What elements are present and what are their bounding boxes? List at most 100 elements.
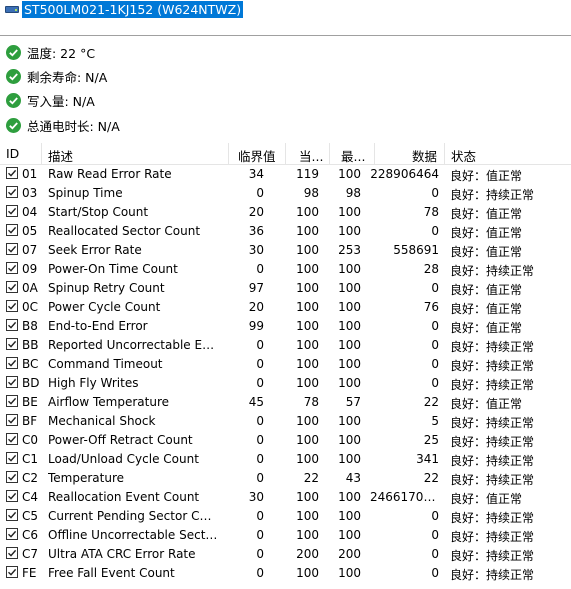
attribute-threshold: 0 [256, 566, 264, 580]
row-checkbox[interactable] [6, 528, 18, 540]
table-row[interactable]: 0C Power Cycle Count 20 100 100 76 良好：值正常 [0, 298, 571, 317]
attribute-raw-data: 0 [431, 547, 439, 561]
row-checkbox[interactable] [6, 376, 18, 388]
row-checkbox[interactable] [6, 471, 18, 483]
table-row[interactable]: C5 Current Pending Sector Count 0 100 100 0 良好… [0, 507, 571, 526]
header-worst[interactable]: 最... [341, 146, 365, 165]
row-checkbox[interactable] [6, 300, 18, 312]
attribute-current: 200 [296, 547, 319, 561]
summary-temperature: 温度: 22 °C [6, 40, 120, 64]
row-checkbox[interactable] [6, 319, 18, 331]
attribute-id: BE [22, 395, 38, 409]
attribute-status: 良好：值正常 [450, 169, 523, 183]
table-row[interactable]: FE Free Fall Event Count 0 100 100 0 良好：持续正常 [0, 564, 571, 583]
attribute-id: 04 [22, 205, 38, 219]
attribute-current: 100 [296, 319, 319, 333]
table-row[interactable]: 04 Start/Stop Count 20 100 100 78 良好：值正常 [0, 203, 571, 222]
table-row[interactable]: BE Airflow Temperature 45 78 57 22 良好：值正常 [0, 393, 571, 412]
attribute-id: 03 [22, 186, 38, 200]
row-checkbox[interactable] [6, 357, 18, 369]
table-row[interactable]: C7 Ultra ATA CRC Error Rate 0 200 200 0 良好：持续正… [0, 545, 571, 564]
check-icon [6, 93, 21, 109]
header-status[interactable]: 状态 [451, 146, 476, 165]
attribute-worst: 57 [345, 395, 361, 409]
attribute-status: 良好：持续正常 [450, 454, 535, 468]
attribute-description: Raw Read Error Rate [48, 167, 172, 181]
header-description[interactable]: 描述 [48, 146, 73, 165]
attribute-id: BF [22, 414, 38, 428]
header-raw[interactable]: 数据 [412, 146, 437, 165]
row-checkbox[interactable] [6, 566, 18, 578]
attribute-description: Airflow Temperature [48, 395, 170, 409]
table-row[interactable]: C0 Power-Off Retract Count 0 100 100 25 良好：持续正… [0, 431, 571, 450]
row-checkbox[interactable] [6, 186, 18, 198]
attribute-worst: 253 [338, 243, 361, 257]
row-checkbox[interactable] [6, 547, 18, 559]
attribute-current: 100 [296, 262, 319, 276]
row-checkbox[interactable] [6, 338, 18, 350]
row-checkbox[interactable] [6, 433, 18, 445]
column-divider[interactable] [285, 143, 286, 164]
table-row[interactable]: BD High Fly Writes 0 100 100 0 良好：持续正常 [0, 374, 571, 393]
header-current[interactable]: 当... [299, 146, 323, 165]
column-divider[interactable] [41, 143, 42, 164]
attribute-raw-data: 558691 [393, 243, 439, 257]
attribute-worst: 100 [338, 167, 361, 181]
table-row[interactable]: B8 End-to-End Error 99 100 100 0 良好：值正常 [0, 317, 571, 336]
column-divider[interactable] [444, 143, 445, 164]
attribute-raw-data: 0 [431, 376, 439, 390]
table-row[interactable]: 07 Seek Error Rate 30 100 253 558691 良好：值正常 [0, 241, 571, 260]
attribute-raw-data: 24661702... [370, 490, 439, 504]
attribute-worst: 100 [338, 319, 361, 333]
header-threshold[interactable]: 临界值 [238, 146, 276, 165]
attribute-status: 良好：值正常 [450, 492, 523, 506]
attribute-worst: 100 [338, 338, 361, 352]
table-row[interactable]: 03 Spinup Time 0 98 98 0 良好：持续正常 [0, 184, 571, 203]
attribute-id: C0 [22, 433, 39, 447]
row-checkbox[interactable] [6, 224, 18, 236]
table-row[interactable]: C4 Reallocation Event Count 30 100 100 246617… [0, 488, 571, 507]
attribute-description: Reallocated Sector Count [48, 224, 201, 238]
check-icon [6, 68, 21, 84]
table-row[interactable]: C1 Load/Unload Cycle Count 0 100 100 341 良好：持续… [0, 450, 571, 469]
table-row[interactable]: C6 Offline Uncorrectable Sector C... 0 100 1… [0, 526, 571, 545]
table-row[interactable]: C2 Temperature 0 22 43 22 良好：持续正常 [0, 469, 571, 488]
table-row[interactable]: BF Mechanical Shock 0 100 100 5 良好：持续正常 [0, 412, 571, 431]
attribute-raw-data: 341 [416, 452, 439, 466]
drive-title[interactable]: ST500LM021-1KJ152 (W624NTWZ) [22, 0, 244, 18]
health-summary: 温度: 22 °C 剩余寿命: N/A 写入量: N/A 总通电时长: N/A [6, 40, 120, 137]
row-checkbox[interactable] [6, 262, 18, 274]
column-divider[interactable] [228, 143, 229, 164]
row-checkbox[interactable] [6, 414, 18, 426]
attribute-threshold: 36 [248, 224, 264, 238]
row-checkbox[interactable] [6, 205, 18, 217]
table-row[interactable]: 09 Power-On Time Count 0 100 100 28 良好：持续正常 [0, 260, 571, 279]
table-row[interactable]: BC Command Timeout 0 100 100 0 良好：持续正常 [0, 355, 571, 374]
attribute-id: C4 [22, 490, 39, 504]
attribute-status: 良好：值正常 [450, 321, 523, 335]
attribute-description: Spinup Time [48, 186, 123, 200]
table-row[interactable]: 05 Reallocated Sector Count 36 100 100 0 良好：值正… [0, 222, 571, 241]
row-checkbox[interactable] [6, 395, 18, 407]
column-divider[interactable] [329, 143, 330, 164]
table-row[interactable]: 0A Spinup Retry Count 97 100 100 0 良好：值正常 [0, 279, 571, 298]
table-row[interactable]: 01 Raw Read Error Rate 34 119 100 228906464 良好… [0, 165, 571, 184]
row-checkbox[interactable] [6, 281, 18, 293]
attribute-description: Power Cycle Count [48, 300, 161, 314]
column-divider[interactable] [374, 143, 375, 164]
attribute-worst: 100 [338, 452, 361, 466]
check-icon [6, 117, 21, 133]
attribute-threshold: 0 [256, 376, 264, 390]
attribute-id: 05 [22, 224, 38, 238]
row-checkbox[interactable] [6, 490, 18, 502]
header-id[interactable]: ID [6, 146, 19, 161]
row-checkbox[interactable] [6, 509, 18, 521]
row-checkbox[interactable] [6, 243, 18, 255]
row-checkbox[interactable] [6, 167, 18, 179]
attribute-raw-data: 76 [423, 300, 439, 314]
drive-header[interactable]: ST500LM021-1KJ152 (W624NTWZ) [2, 0, 244, 18]
attribute-threshold: 0 [256, 433, 264, 447]
row-checkbox[interactable] [6, 452, 18, 464]
table-row[interactable]: BB Reported Uncorrectable Errors 0 100 100 0 良… [0, 336, 571, 355]
attribute-worst: 100 [338, 300, 361, 314]
